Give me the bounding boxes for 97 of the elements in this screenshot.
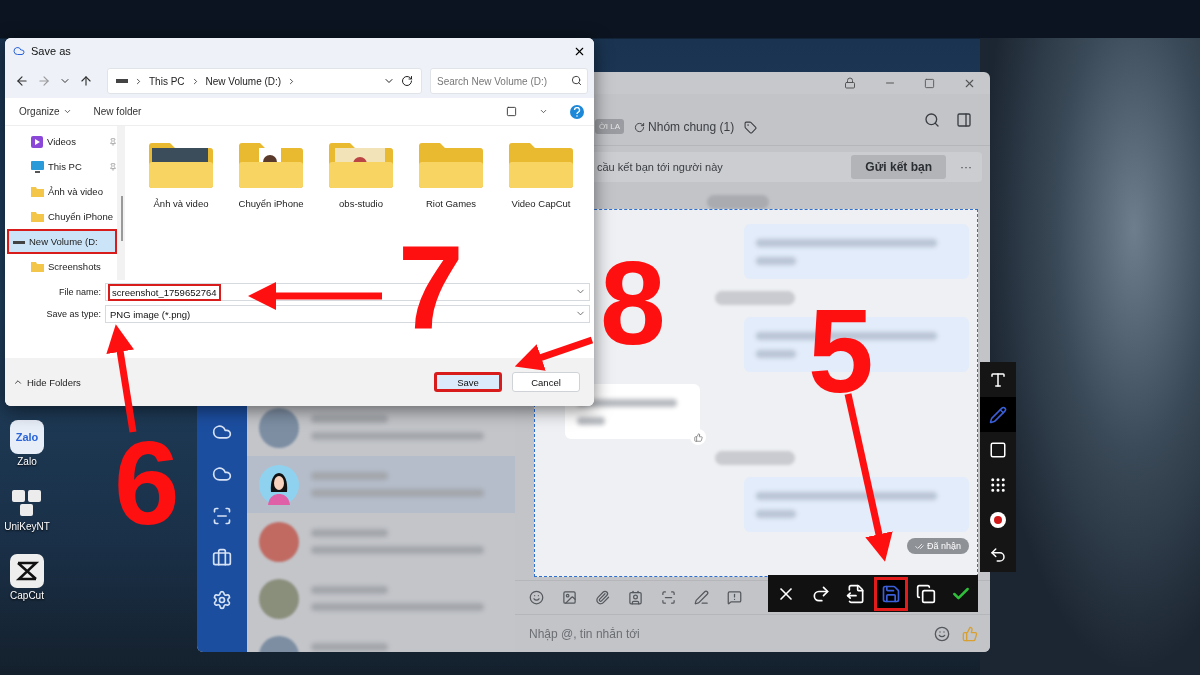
- blurred-text: [756, 349, 797, 358]
- save-button[interactable]: Save: [434, 372, 502, 392]
- side-panel-icon[interactable]: [956, 111, 972, 128]
- capcut-logo: [10, 554, 44, 588]
- folder-icon: [327, 140, 395, 190]
- folder-label[interactable]: Riot Games: [425, 198, 477, 209]
- cloud-icon[interactable]: [212, 464, 232, 484]
- lock-icon: [844, 77, 856, 89]
- search-icon[interactable]: [924, 111, 940, 128]
- up-icon[interactable]: [79, 74, 93, 88]
- cancel-button[interactable]: Cancel: [512, 372, 580, 392]
- desktop-icon-label[interactable]: Zalo: [17, 456, 37, 467]
- emoji-icon[interactable]: [934, 625, 950, 642]
- step-number: 5: [808, 292, 874, 410]
- field-label: File name:: [57, 287, 101, 297]
- navigation-item[interactable]: Videos: [5, 129, 117, 154]
- navigation-item[interactable]: Chuyển iPhone: [5, 204, 117, 229]
- quick-message-icon[interactable]: [727, 590, 742, 605]
- contact-card-icon[interactable]: [628, 590, 643, 605]
- search-field[interactable]: Search New Volume (D:): [430, 68, 588, 94]
- breadcrumb-item[interactable]: New Volume (D:): [205, 75, 282, 87]
- blurred-avatar: [259, 407, 299, 448]
- chevron-up-icon: [13, 377, 23, 387]
- help-icon[interactable]: [570, 104, 584, 119]
- folder-label[interactable]: Ảnh và video: [153, 198, 209, 209]
- tag-icon[interactable]: [744, 121, 758, 134]
- scrollbar: [121, 196, 123, 241]
- folder-icon: [507, 140, 575, 190]
- folder-icon: [31, 186, 44, 197]
- received-status: Đã nhận: [906, 538, 969, 554]
- navigation-item[interactable]: This PC: [5, 154, 117, 179]
- image-icon[interactable]: [562, 590, 577, 605]
- stranger-badge: ỜI LA: [595, 119, 625, 134]
- message-input[interactable]: Nhập @, tin nhắn tới: [527, 625, 827, 642]
- zalo-logo: Zalo: [10, 420, 44, 454]
- undo-icon[interactable]: [980, 537, 1016, 572]
- thumbs-up-icon[interactable]: [962, 625, 978, 642]
- desktop-icon-label[interactable]: UniKeyNT: [4, 521, 50, 532]
- view-icon[interactable]: [506, 106, 517, 117]
- drive-icon: [116, 79, 128, 83]
- rectangle-tool-icon[interactable]: [980, 432, 1016, 467]
- desktop-icon-label[interactable]: CapCut: [10, 590, 44, 601]
- pen-tool-icon[interactable]: [980, 397, 1016, 432]
- double-check-icon: [914, 541, 924, 551]
- blurred-avatar: [259, 578, 299, 619]
- field-label: Save as type:: [45, 309, 101, 319]
- avatar-silhouette: [259, 464, 299, 505]
- navigation-item[interactable]: Ảnh và video: [5, 179, 117, 204]
- common-groups-link[interactable]: Nhóm chung (1): [634, 120, 735, 134]
- dialog-title: Save as: [31, 45, 71, 57]
- send-friend-request-button[interactable]: Gửi kết bạn: [851, 155, 946, 179]
- keycaps-icon: [11, 489, 43, 519]
- folder-label[interactable]: Video CapCut: [511, 198, 571, 209]
- folder-icon: [31, 211, 44, 222]
- attach-icon[interactable]: [595, 590, 610, 605]
- back-icon[interactable]: [15, 74, 29, 88]
- dropdown-icon[interactable]: [539, 107, 548, 116]
- step-number: 6: [114, 424, 180, 542]
- blurred-avatar: [259, 521, 299, 562]
- friend-request-text: cầu kết bạn tới người này: [597, 161, 723, 173]
- settings-icon[interactable]: [212, 590, 232, 610]
- hide-folders-button[interactable]: Hide Folders: [13, 376, 81, 388]
- blurred-text: [756, 509, 797, 518]
- search-icon[interactable]: [571, 75, 582, 86]
- blurred-text: [577, 416, 605, 425]
- blurred-date-pill: [707, 195, 769, 209]
- format-text-icon[interactable]: [694, 590, 709, 605]
- video-library-icon: [31, 135, 43, 148]
- folder-label[interactable]: obs-studio: [339, 198, 383, 209]
- folder-icon: [147, 140, 215, 190]
- organize-button[interactable]: Organize: [19, 106, 72, 117]
- refresh-icon[interactable]: [401, 75, 413, 87]
- folder-icon: [237, 140, 305, 190]
- sticker-icon[interactable]: [529, 590, 544, 605]
- folder-label[interactable]: Chuyển iPhone: [238, 198, 304, 209]
- text-tool-icon[interactable]: [980, 362, 1016, 397]
- briefcase-icon[interactable]: [212, 548, 232, 568]
- more-button[interactable]: ···: [960, 160, 972, 174]
- navigation-item[interactable]: Screenshots: [5, 254, 117, 279]
- breadcrumb-item[interactable]: This PC: [149, 75, 185, 87]
- blurred-text: [756, 256, 797, 265]
- screenshot-icon[interactable]: [212, 506, 232, 526]
- group-icon: [634, 121, 646, 133]
- chevron-right-icon: [134, 76, 143, 86]
- save-icon[interactable]: [873, 576, 908, 611]
- step-number: 8: [600, 244, 666, 362]
- navigation-item[interactable]: New Volume (D:: [7, 229, 117, 254]
- screenshot-icon[interactable]: [661, 590, 676, 605]
- folder-icon: [417, 140, 485, 190]
- app-icon: [13, 45, 25, 57]
- monitor-icon: [31, 160, 44, 173]
- maximize-icon[interactable]: [924, 77, 935, 89]
- new-folder-button[interactable]: New folder: [93, 106, 142, 117]
- forward-icon[interactable]: [37, 74, 51, 88]
- folder-icon: [31, 261, 44, 272]
- cloud-icon[interactable]: [212, 422, 232, 442]
- caret-icon: [62, 107, 72, 116]
